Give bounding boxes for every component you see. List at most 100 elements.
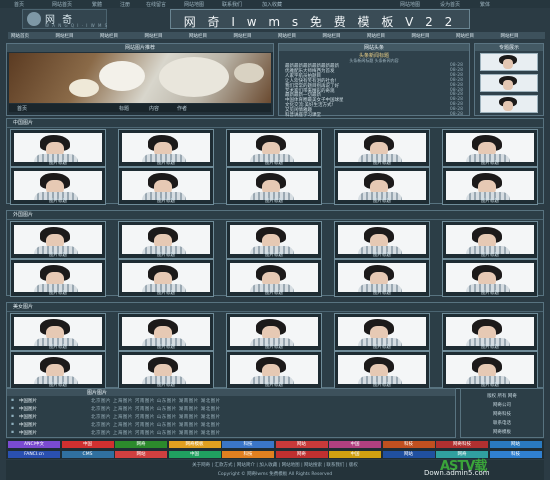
photo-thumbnail[interactable] (338, 133, 426, 162)
photo-thumbnail[interactable] (14, 263, 102, 292)
friend-link-banner[interactable]: 中国 (329, 441, 381, 448)
friend-link-banner[interactable]: 网奇 (275, 451, 328, 458)
photo-card[interactable]: 图片标题 (442, 129, 538, 167)
nav-item[interactable]: 网站栏目 (100, 33, 118, 39)
photo-thumbnail[interactable] (446, 133, 534, 162)
nav-item[interactable]: 网站栏目 (278, 33, 296, 39)
photo-thumbnail[interactable] (122, 355, 210, 384)
photo-thumbnail[interactable] (122, 317, 210, 346)
photo-card[interactable]: 图片标题 (118, 259, 214, 297)
photo-card[interactable]: 图片标题 (226, 129, 322, 167)
photo-card[interactable]: 图片标题 (442, 221, 538, 259)
photo-card[interactable]: 图片标题 (442, 259, 538, 297)
photo-card[interactable]: 图片标题 (10, 129, 106, 167)
photo-thumbnail[interactable] (338, 263, 426, 292)
photo-card[interactable]: 图片标题 (334, 167, 430, 205)
featured-image[interactable] (9, 53, 271, 103)
nav-item[interactable]: 网站栏目 (501, 33, 519, 39)
photo-card[interactable]: 图片标题 (442, 313, 538, 351)
photo-card[interactable]: 图片标题 (10, 167, 106, 205)
friend-link-banner[interactable]: 网站 (275, 441, 328, 448)
friend-link-banner[interactable]: 中国 (329, 451, 381, 458)
friend-link-banner[interactable]: 网站 (489, 441, 542, 448)
topbar-link[interactable]: 网站地图 (184, 1, 204, 8)
topbar-link[interactable]: 首页 (14, 1, 24, 8)
friend-link-banner[interactable]: FANCI.cn (8, 451, 60, 458)
topbar-link[interactable]: 网站地图 (400, 1, 420, 8)
photo-card[interactable]: 图片标题 (334, 129, 430, 167)
friend-link-banner[interactable]: CMS (61, 451, 114, 458)
photo-thumbnail[interactable] (230, 263, 318, 292)
friend-link-banner[interactable]: 科技 (222, 451, 274, 458)
friend-link-banner[interactable]: 中国 (61, 441, 114, 448)
photo-card[interactable]: 图片标题 (226, 351, 322, 389)
photo-thumbnail[interactable] (122, 263, 210, 292)
topbar-link[interactable]: 繁体 (480, 1, 490, 8)
photo-thumbnail[interactable] (338, 317, 426, 346)
photo-card[interactable]: 图片标题 (10, 313, 106, 351)
category-links[interactable]: 北京图片 上海图片 河南图片 山东图片 湖南图片 湖北图片 (91, 422, 221, 428)
photo-card[interactable]: 图片标题 (226, 167, 322, 205)
photo-thumbnail[interactable] (446, 171, 534, 200)
photo-card[interactable]: 图片标题 (442, 167, 538, 205)
topbar-link[interactable]: 繁體 (92, 1, 102, 8)
photo-thumbnail[interactable] (338, 171, 426, 200)
nav-item[interactable]: 网站栏目 (456, 33, 474, 39)
photo-thumbnail[interactable] (14, 171, 102, 200)
photo-card[interactable]: 图片标题 (118, 167, 214, 205)
photo-card[interactable]: 图片标题 (118, 313, 214, 351)
friend-link-banner[interactable]: 网奇科技 (436, 441, 488, 448)
photo-thumbnail[interactable] (230, 317, 318, 346)
photo-thumbnail[interactable] (230, 171, 318, 200)
category-name[interactable]: 中国图片 (19, 414, 37, 420)
photo-thumbnail[interactable] (14, 317, 102, 346)
photo-thumbnail[interactable] (14, 225, 102, 254)
photo-card[interactable]: 图片标题 (334, 351, 430, 389)
photo-thumbnail[interactable] (446, 225, 534, 254)
nav-item[interactable]: 网站栏目 (145, 33, 163, 39)
category-links[interactable]: 北京图片 上海图片 河南图片 山东图片 湖南图片 湖北图片 (91, 406, 221, 412)
nav-item[interactable]: 网站栏目 (189, 33, 207, 39)
topbar-link[interactable]: 注册 (120, 1, 130, 8)
category-name[interactable]: 中国图片 (19, 430, 37, 436)
friend-link-banner[interactable]: 中国 (168, 451, 221, 458)
category-links[interactable]: 北京图片 上海图片 河南图片 山东图片 湖南图片 湖北图片 (91, 414, 221, 420)
photo-thumbnail[interactable] (446, 263, 534, 292)
recommend-thumbnail[interactable] (480, 95, 538, 113)
topbar-link[interactable]: 在线留言 (146, 1, 166, 8)
photo-card[interactable]: 图片标题 (10, 351, 106, 389)
photo-thumbnail[interactable] (230, 133, 318, 162)
nav-item[interactable]: 网站栏目 (412, 33, 430, 39)
photo-thumbnail[interactable] (338, 355, 426, 384)
photo-thumbnail[interactable] (122, 225, 210, 254)
photo-card[interactable]: 图片标题 (118, 351, 214, 389)
photo-thumbnail[interactable] (14, 133, 102, 162)
nav-item[interactable]: 网站首页 (11, 33, 29, 39)
photo-thumbnail[interactable] (230, 355, 318, 384)
category-links[interactable]: 北京图片 上海图片 河南图片 山东图片 湖南图片 湖北图片 (91, 398, 221, 404)
topbar-link[interactable]: 联系我们 (222, 1, 242, 8)
photo-card[interactable]: 图片标题 (334, 259, 430, 297)
category-links[interactable]: 北京图片 上海图片 河南图片 山东图片 湖南图片 湖北图片 (91, 430, 221, 436)
topbar-link[interactable]: 设为首页 (440, 1, 460, 8)
category-name[interactable]: 中国图片 (19, 406, 37, 412)
nav-item[interactable]: 网站栏目 (56, 33, 74, 39)
photo-thumbnail[interactable] (122, 171, 210, 200)
photo-card[interactable]: 图片标题 (442, 351, 538, 389)
photo-card[interactable]: 图片标题 (226, 313, 322, 351)
photo-thumbnail[interactable] (122, 133, 210, 162)
topbar-link[interactable]: 加入收藏 (262, 1, 282, 8)
category-name[interactable]: 中国图片 (19, 422, 37, 428)
photo-card[interactable]: 图片标题 (334, 221, 430, 259)
friend-link-banner[interactable]: 科技 (382, 441, 435, 448)
friend-link-banner[interactable]: 网站 (115, 451, 167, 458)
photo-card[interactable]: 图片标题 (10, 221, 106, 259)
photo-card[interactable]: 图片标题 (118, 221, 214, 259)
nav-item[interactable]: 网站栏目 (234, 33, 252, 39)
category-name[interactable]: 中国图片 (19, 398, 37, 404)
friend-link-banner[interactable]: 网奇模板 (168, 441, 221, 448)
recommend-thumbnail[interactable] (480, 74, 538, 92)
photo-thumbnail[interactable] (14, 355, 102, 384)
friend-link-banner[interactable]: 科技 (222, 441, 274, 448)
photo-card[interactable]: 图片标题 (226, 221, 322, 259)
